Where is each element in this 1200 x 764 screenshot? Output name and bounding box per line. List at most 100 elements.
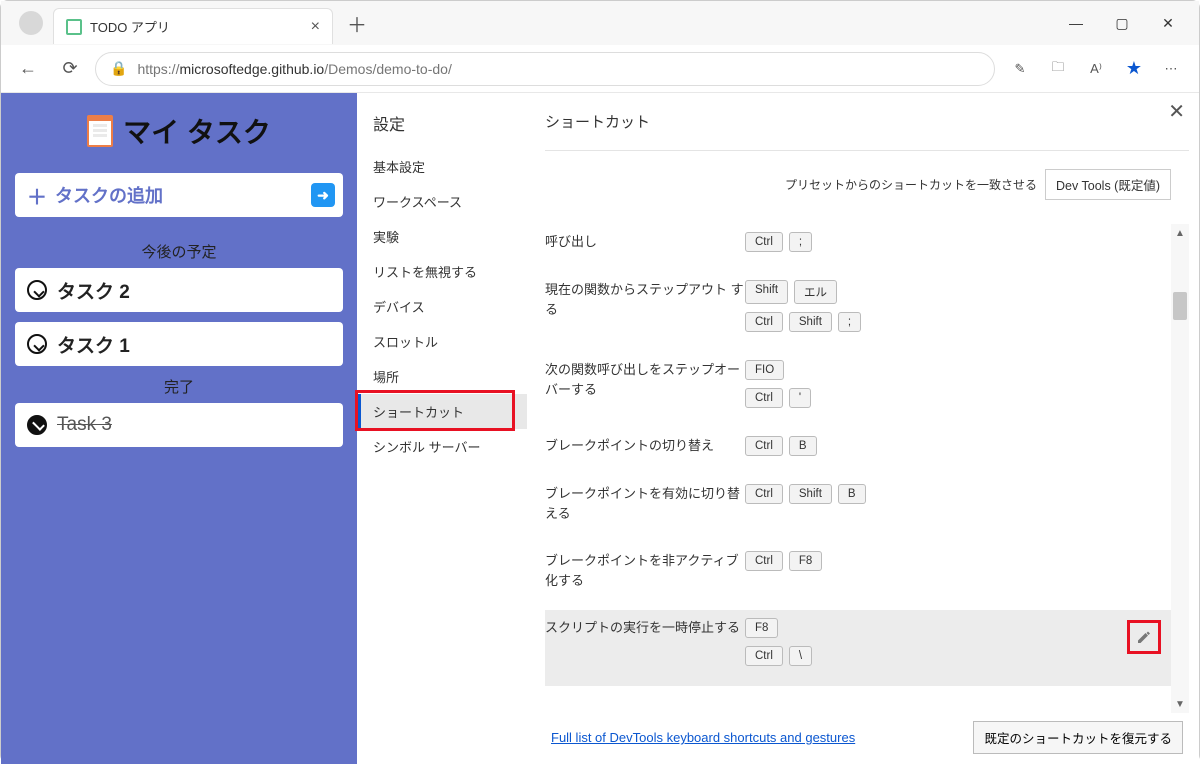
key-badge: F8 bbox=[789, 551, 822, 571]
more-menu-icon[interactable]: ⋯ bbox=[1155, 52, 1189, 86]
key-badge: エル bbox=[794, 280, 837, 304]
key-badge: Ctrl bbox=[745, 312, 783, 332]
maximize-button[interactable]: ▢ bbox=[1099, 7, 1145, 39]
key-badge: Shift bbox=[789, 312, 832, 332]
refresh-button[interactable]: ⟳ bbox=[53, 52, 87, 86]
submit-arrow-button[interactable]: ➜ bbox=[311, 183, 335, 207]
toolbar-icons: ✎ 🗀 A⁾ ★ ⋯ bbox=[1003, 52, 1189, 86]
key-badge: Shift bbox=[745, 280, 788, 304]
window-controls: — ▢ ✕ bbox=[1053, 1, 1191, 45]
close-window-button[interactable]: ✕ bbox=[1145, 7, 1191, 39]
back-button[interactable]: ← bbox=[11, 52, 45, 86]
content-area: マイ タスク ＋ タスクの追加 ➜ 今後の予定 タスク 2 タスク 1 完了 T… bbox=[1, 93, 1199, 764]
key-badge: F8 bbox=[745, 618, 778, 638]
nav-item-preferences[interactable]: 基本設定 bbox=[357, 149, 527, 184]
scrollbar[interactable]: ▲ ▼ bbox=[1171, 224, 1189, 713]
task-item-done[interactable]: Task 3 bbox=[15, 403, 343, 447]
shortcut-label: ブレークポイントを非アクティブ化する bbox=[545, 551, 745, 590]
settings-footer: Full list of DevTools keyboard shortcuts… bbox=[545, 713, 1189, 754]
browser-tab[interactable]: TODO アプリ × bbox=[53, 8, 333, 44]
url-text: https://microsoftedge.github.io/Demos/de… bbox=[137, 61, 451, 77]
shortcut-label: スクリプトの実行を一時停止する bbox=[545, 618, 745, 666]
nav-item-shortcuts[interactable]: ショートカット bbox=[357, 394, 527, 429]
task-label: Task 3 bbox=[57, 414, 112, 436]
preset-row: プリセットからのショートカットを一致させる Dev Tools (既定値) bbox=[545, 169, 1189, 200]
shortcut-keys: Ctrl; bbox=[745, 232, 812, 252]
favorite-icon[interactable]: ★ bbox=[1117, 52, 1151, 86]
key-badge: FIO bbox=[745, 360, 784, 380]
key-badge: Ctrl bbox=[745, 551, 783, 571]
nav-item-experiments[interactable]: 実験 bbox=[357, 219, 527, 254]
task-item[interactable]: タスク 2 bbox=[15, 268, 343, 312]
task-checkbox-icon[interactable] bbox=[27, 280, 47, 300]
nav-item-ignore-list[interactable]: リストを無視する bbox=[357, 254, 527, 289]
shortcut-row: 次の関数呼び出しをステップオーバーするFIOCtrl' bbox=[545, 352, 1165, 428]
new-tab-button[interactable]: ＋ bbox=[347, 9, 367, 38]
task-checkbox-icon[interactable] bbox=[27, 334, 47, 354]
url-input[interactable]: 🔒 https://microsoftedge.github.io/Demos/… bbox=[95, 52, 995, 86]
add-task-input[interactable]: ＋ タスクの追加 ➜ bbox=[15, 173, 343, 217]
nav-item-throttling[interactable]: スロットル bbox=[357, 324, 527, 359]
minimize-button[interactable]: — bbox=[1053, 7, 1099, 39]
shortcut-row: 呼び出しCtrl; bbox=[545, 224, 1165, 272]
shortcut-keys: ShiftエルCtrlShift; bbox=[745, 280, 861, 332]
key-badge: Ctrl bbox=[745, 232, 783, 252]
scroll-down-icon[interactable]: ▼ bbox=[1171, 695, 1189, 713]
tab-title: TODO アプリ bbox=[90, 17, 303, 36]
shortcut-row: ブレークポイントを有効に切り替えるCtrlShiftB bbox=[545, 476, 1165, 543]
tab-favicon bbox=[66, 19, 82, 35]
todo-app: マイ タスク ＋ タスクの追加 ➜ 今後の予定 タスク 2 タスク 1 完了 T… bbox=[1, 93, 357, 764]
shortcut-row: スクリプトの実行を一時停止するF8 Ctrl \ bbox=[545, 610, 1189, 686]
plus-icon: ＋ bbox=[27, 181, 47, 210]
settings-main: ✕ ショートカット プリセットからのショートカットを一致させる Dev Tool… bbox=[527, 93, 1199, 764]
preset-select[interactable]: Dev Tools (既定値) bbox=[1045, 169, 1171, 200]
shortcut-keys: Ctrl B bbox=[745, 436, 817, 456]
collections-icon[interactable]: 🗀 bbox=[1041, 52, 1075, 86]
shortcut-keys: Ctrl F8 bbox=[745, 551, 822, 590]
key-badge: Ctrl bbox=[745, 436, 783, 456]
close-tab-icon[interactable]: × bbox=[311, 18, 320, 36]
shortcut-row: 現在の関数からステップアウト するShiftエルCtrlShift; bbox=[545, 272, 1165, 352]
profile-avatar[interactable] bbox=[19, 11, 43, 35]
task-label: タスク 1 bbox=[57, 331, 130, 358]
preset-label: プリセットからのショートカットを一致させる bbox=[785, 176, 1037, 193]
key-badge: Ctrl bbox=[745, 646, 783, 666]
shortcut-keys: FIOCtrl' bbox=[745, 360, 811, 408]
settings-nav: 設定 基本設定 ワークスペース 実験 リストを無視する デバイス スロットル 場… bbox=[357, 93, 527, 764]
todo-header: マイ タスク bbox=[15, 111, 343, 151]
done-section-label: 完了 bbox=[15, 376, 343, 397]
scroll-up-icon[interactable]: ▲ bbox=[1171, 224, 1189, 242]
shortcut-label: 現在の関数からステップアウト する bbox=[545, 280, 745, 332]
read-aloud-icon[interactable]: A⁾ bbox=[1079, 52, 1113, 86]
key-badge: ; bbox=[838, 312, 861, 332]
key-badge: Ctrl bbox=[745, 484, 783, 504]
devtools-settings: 設定 基本設定 ワークスペース 実験 リストを無視する デバイス スロットル 場… bbox=[357, 93, 1199, 764]
shortcut-label: ブレークポイントの切り替え bbox=[545, 436, 745, 456]
shortcut-label: 呼び出し bbox=[545, 232, 745, 252]
upcoming-section-label: 今後の予定 bbox=[15, 241, 343, 262]
page-title: マイ タスク bbox=[123, 111, 271, 151]
close-settings-icon[interactable]: ✕ bbox=[1168, 99, 1185, 124]
main-title: ショートカット bbox=[545, 111, 1189, 132]
task-item[interactable]: タスク 1 bbox=[15, 322, 343, 366]
edit-icon[interactable]: ✎ bbox=[1003, 52, 1037, 86]
nav-item-devices[interactable]: デバイス bbox=[357, 289, 527, 324]
nav-item-workspace[interactable]: ワークスペース bbox=[357, 184, 527, 219]
lock-icon: 🔒 bbox=[110, 60, 127, 77]
notepad-icon bbox=[87, 115, 113, 147]
address-bar: ← ⟳ 🔒 https://microsoftedge.github.io/De… bbox=[1, 45, 1199, 93]
key-badge: Shift bbox=[789, 484, 832, 504]
full-list-link[interactable]: Full list of DevTools keyboard shortcuts… bbox=[551, 730, 855, 745]
add-task-label: タスクの追加 bbox=[55, 182, 163, 208]
shortcut-row: ブレークポイントを非アクティブ化するCtrl F8 bbox=[545, 543, 1165, 610]
nav-item-symbol-server[interactable]: シンボル サーバー bbox=[357, 429, 527, 464]
scroll-thumb[interactable] bbox=[1173, 292, 1187, 320]
task-checkbox-icon[interactable] bbox=[27, 415, 47, 435]
shortcut-keys: CtrlShiftB bbox=[745, 484, 866, 523]
settings-heading: 設定 bbox=[357, 111, 527, 149]
key-badge: \ bbox=[789, 646, 812, 666]
edit-shortcut-button[interactable] bbox=[1127, 620, 1161, 654]
restore-defaults-button[interactable]: 既定のショートカットを復元する bbox=[973, 721, 1183, 754]
nav-item-locations[interactable]: 場所 bbox=[357, 359, 527, 394]
key-badge: B bbox=[789, 436, 817, 456]
